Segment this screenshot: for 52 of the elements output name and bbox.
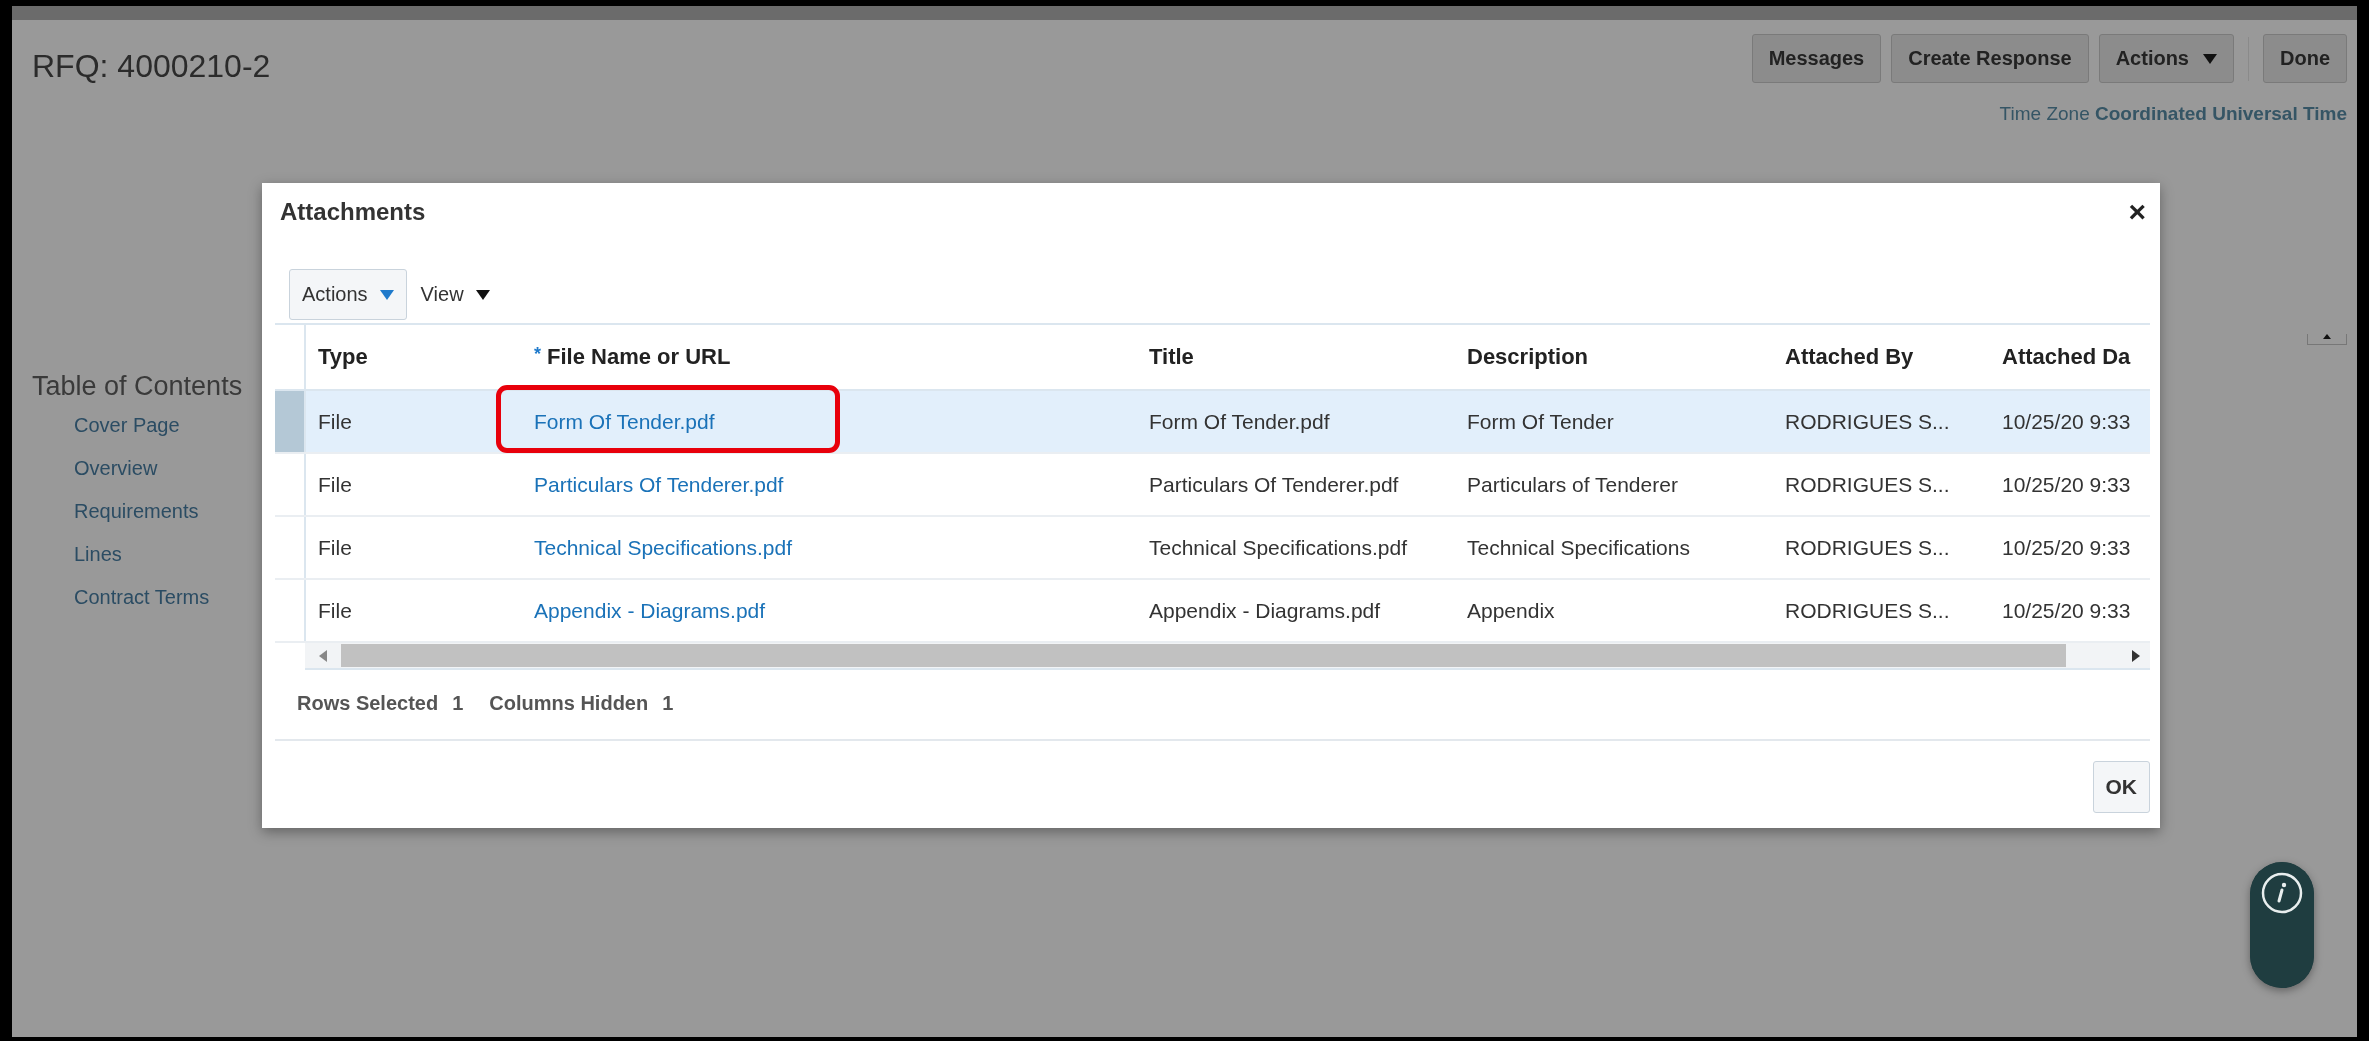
table-cell: Particulars Of Tenderer.pdf	[1137, 453, 1455, 516]
page-button[interactable]: Messages	[1751, 34, 1882, 83]
table-cell: File	[305, 516, 522, 579]
scroll-right-icon[interactable]	[2132, 649, 2140, 662]
page-button[interactable]: Create Response	[1891, 34, 2089, 83]
page-title: RFQ: 4000210-2	[32, 48, 271, 85]
table-cell: Form Of Tender.pdf	[1137, 390, 1455, 453]
ok-button[interactable]: OK	[2092, 761, 2150, 813]
table-cell: Technical Specifications.pdf	[1137, 516, 1455, 579]
table-cell: 10/25/20 9:33	[1990, 453, 2150, 516]
status-text: Rows Selected 1	[297, 692, 464, 715]
caret-icon	[379, 289, 394, 300]
page-button[interactable]: Done	[2263, 34, 2347, 83]
table-cell: RODRIGUES S...	[1773, 390, 1990, 453]
dialog-title: Attachments	[280, 198, 426, 226]
table-cell: RODRIGUES S...	[1773, 516, 1990, 579]
toc-link[interactable]: Cover Page	[74, 414, 243, 437]
toc-link[interactable]: Contract Terms	[74, 586, 243, 609]
row-selector[interactable]	[275, 516, 305, 579]
table-cell: File	[305, 390, 522, 453]
toc-link[interactable]: Requirements	[74, 500, 243, 523]
file-link[interactable]: Form Of Tender.pdf	[534, 409, 715, 433]
toc-heading: Table of Contents	[32, 371, 243, 402]
required-mark: *	[534, 344, 541, 364]
table-cell: 10/25/20 9:33	[1990, 390, 2150, 453]
view-menu[interactable]: View	[414, 283, 496, 306]
file-link[interactable]: Appendix - Diagrams.pdf	[534, 598, 766, 622]
caret-icon	[2203, 53, 2217, 64]
close-button[interactable]: ×	[2128, 195, 2146, 229]
table-cell: 10/25/20 9:33	[1990, 516, 2150, 579]
time-zone: Time Zone Coordinated Universal Time	[1999, 103, 2347, 125]
toc-link[interactable]: Lines	[74, 543, 243, 566]
caret-icon	[475, 289, 490, 300]
horizontal-scrollbar[interactable]	[305, 643, 2150, 670]
actions-button[interactable]: Actions	[289, 269, 407, 320]
file-link[interactable]: Technical Specifications.pdf	[534, 535, 792, 559]
scroll-left-icon[interactable]	[319, 649, 327, 662]
menu-button[interactable]: Actions	[2098, 34, 2234, 83]
toc-link[interactable]: Overview	[74, 457, 243, 480]
table-cell: Form Of Tender	[1455, 390, 1773, 453]
table-cell: Technical Specifications	[1455, 516, 1773, 579]
info-widget-icon[interactable]	[2250, 862, 2314, 988]
table-cell: File	[305, 453, 522, 516]
row-selector[interactable]	[275, 453, 305, 516]
caret-icon	[2323, 334, 2331, 339]
table-cell: Particulars of Tenderer	[1455, 453, 1773, 516]
scroll-up-button[interactable]	[2307, 334, 2347, 345]
row-selector[interactable]	[275, 390, 305, 453]
status-text: Columns Hidden 1	[489, 692, 674, 715]
table-cell: RODRIGUES S...	[1773, 453, 1990, 516]
file-link[interactable]: Particulars Of Tenderer.pdf	[534, 472, 784, 496]
row-selector[interactable]	[275, 579, 305, 642]
